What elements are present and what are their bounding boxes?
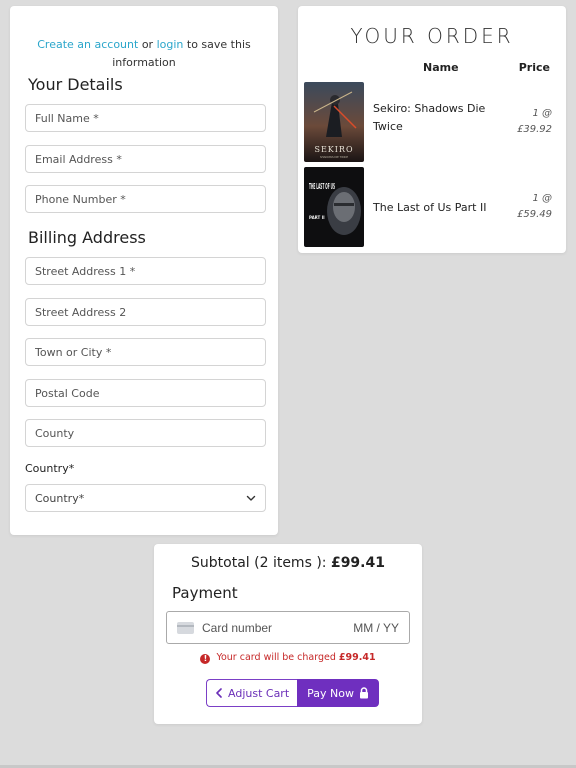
svg-text:SHADOWS DIE TWICE: SHADOWS DIE TWICE (320, 155, 348, 159)
street-address-1-field[interactable] (25, 257, 266, 285)
order-item: THE LAST OF US PART II The Last of Us Pa… (304, 167, 556, 247)
pay-now-button[interactable]: Pay Now (297, 679, 379, 707)
subtotal-label: Subtotal (2 items ): (191, 555, 327, 571)
item-price-value: £39.92 (517, 124, 552, 135)
item-name: The Last of Us Part II (373, 201, 487, 214)
street-address-2-field[interactable] (25, 298, 266, 326)
or-text: or (141, 38, 154, 51)
phone-field[interactable] (25, 185, 266, 213)
your-details-heading: Your Details (28, 75, 123, 94)
postal-code-field[interactable] (25, 379, 266, 407)
order-item: SEKIRO SHADOWS DIE TWICE Sekiro: Shadows… (304, 82, 556, 162)
credit-card-icon (177, 621, 194, 634)
phone-input[interactable] (26, 186, 265, 212)
item-quantity: 1 @ (532, 193, 552, 204)
street-address-2-input[interactable] (26, 299, 265, 325)
expiry-placeholder[interactable]: MM / YY (353, 621, 399, 635)
payment-actions: Adjust Cart Pay Now (206, 679, 379, 707)
country-select[interactable]: Country* (25, 484, 266, 512)
town-input[interactable] (26, 339, 265, 365)
lock-icon (359, 687, 368, 699)
svg-text:SEKIRO: SEKIRO (314, 145, 353, 154)
account-note: Create an account or login to save this … (30, 36, 258, 72)
county-input[interactable] (26, 420, 265, 446)
email-input[interactable] (26, 146, 265, 172)
charge-notice: ! Your card will be charged £99.41 (154, 652, 422, 664)
svg-text:THE LAST OF US: THE LAST OF US (309, 182, 335, 191)
payment-heading: Payment (172, 584, 238, 602)
order-summary-card: YOUR ORDER Name Price SEKIRO SHADOWS DIE… (298, 6, 566, 253)
card-number-placeholder[interactable]: Card number (202, 621, 353, 635)
billing-address-heading: Billing Address (28, 228, 146, 247)
sekiro-cover-image[interactable]: SEKIRO SHADOWS DIE TWICE (304, 82, 364, 162)
chevron-down-icon (246, 495, 256, 501)
item-price: 1 @ £59.49 (502, 191, 552, 223)
charge-text: Your card will be charged (216, 652, 336, 663)
town-field[interactable] (25, 338, 266, 366)
street-address-1-input[interactable] (26, 258, 265, 284)
svg-text:PART II: PART II (309, 215, 325, 220)
email-field[interactable] (25, 145, 266, 173)
warning-icon: ! (200, 654, 211, 664)
create-account-link[interactable]: Create an account (37, 38, 138, 51)
payment-card: Subtotal (2 items ): £99.41 Payment Card… (154, 544, 422, 724)
item-quantity: 1 @ (532, 108, 552, 119)
country-selected-value: Country* (35, 491, 85, 505)
adjust-cart-button[interactable]: Adjust Cart (206, 679, 298, 707)
item-name: Sekiro: Shadows Die Twice (373, 102, 486, 133)
last-of-us-cover-image[interactable]: THE LAST OF US PART II (304, 167, 364, 247)
order-title: YOUR ORDER (350, 24, 514, 48)
name-column-header: Name (423, 61, 459, 74)
card-input-field[interactable]: Card number MM / YY (166, 611, 410, 644)
chevron-left-icon (216, 688, 222, 698)
subtotal-value: £99.41 (330, 555, 385, 571)
country-label: Country* (25, 462, 75, 475)
subtotal: Subtotal (2 items ): £99.41 (154, 555, 422, 571)
adjust-cart-label: Adjust Cart (228, 686, 290, 700)
login-link[interactable]: login (157, 38, 184, 51)
item-price: 1 @ £39.92 (502, 106, 552, 138)
pay-now-label: Pay Now (307, 686, 354, 700)
charge-amount: £99.41 (338, 652, 376, 663)
county-field[interactable] (25, 419, 266, 447)
postal-code-input[interactable] (26, 380, 265, 406)
full-name-field[interactable] (25, 104, 266, 132)
checkout-form-card: Create an account or login to save this … (10, 6, 278, 535)
full-name-input[interactable] (26, 105, 265, 131)
item-price-value: £59.49 (517, 209, 552, 220)
price-column-header: Price (518, 61, 550, 74)
